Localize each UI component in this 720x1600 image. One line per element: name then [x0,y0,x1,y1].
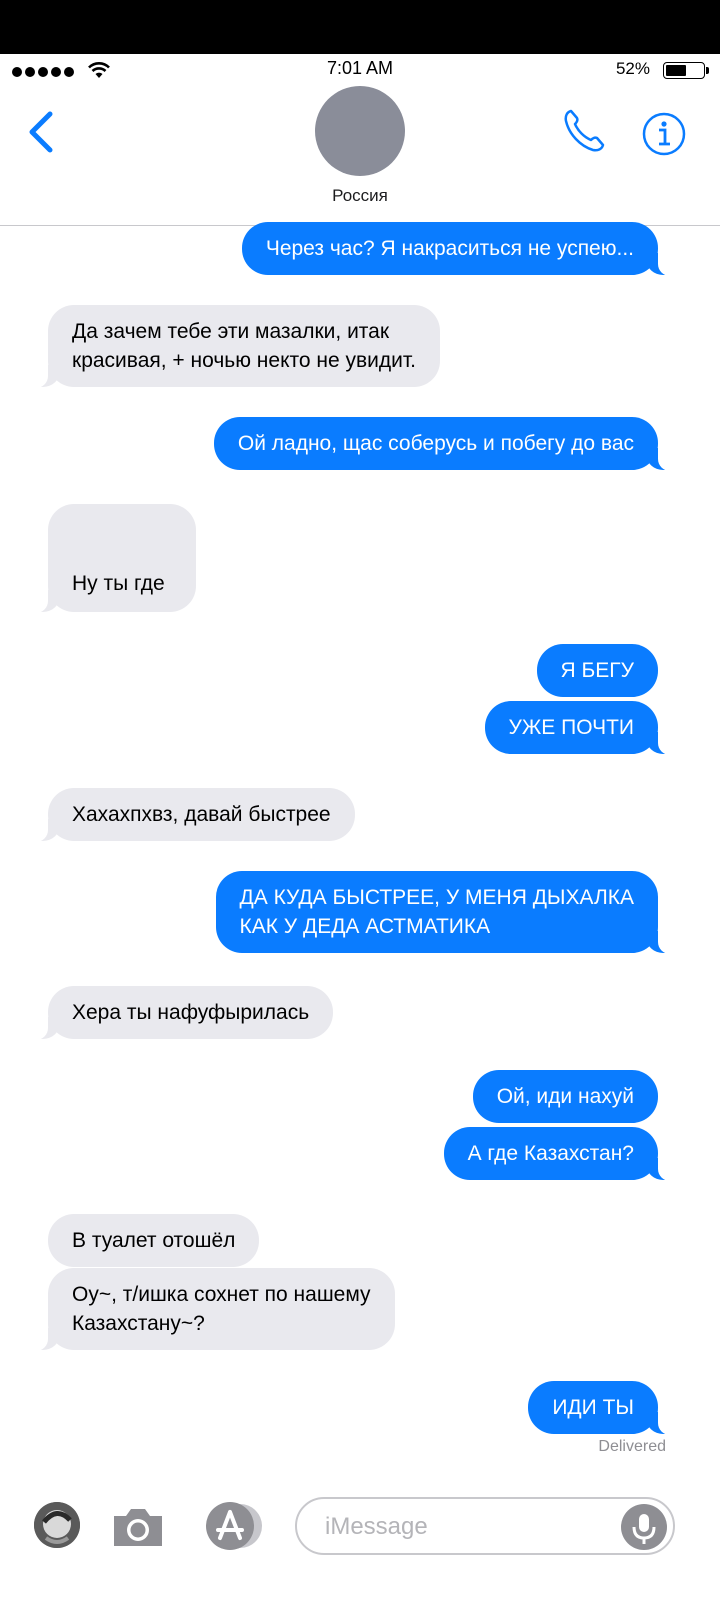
message-text: Я БЕГУ [560,659,635,682]
contact-name[interactable]: Россия [0,186,720,206]
camera-icon[interactable] [110,1504,166,1550]
outgoing-message[interactable]: А где Казахстан? [443,1127,685,1181]
message-text: Оу~, т/ишка сохнет по нашему Казахстану~… [72,1283,371,1335]
status-bar: 7:01 AM 52% [0,54,720,86]
conversation-header: Россия [0,86,720,226]
message-text: Да зачем тебе эти мазалки, итак красивая… [72,320,416,372]
delivered-status: Delivered [598,1438,666,1455]
contact-avatar[interactable] [315,86,405,176]
outgoing-message[interactable]: Я БЕГУ [536,644,658,697]
message-thread[interactable]: Через час? Я накраситься не успею... Да … [0,222,720,1494]
incoming-message[interactable]: В туалет отошёл [48,1214,260,1267]
message-text: Ой, иди нахуй [496,1085,634,1108]
back-chevron-icon[interactable] [24,108,60,156]
outgoing-message[interactable]: ДА КУДА БЫСТРЕЕ, У МЕНЯ ДЫХАЛКА КАК У ДЕ… [215,871,684,954]
app-store-icon[interactable] [202,1502,268,1550]
message-text: УЖЕ ПОЧТИ [508,716,634,739]
incoming-message[interactable]: Хахахпхвз, давай быстрее [22,788,355,842]
message-text: В туалет отошёл [72,1229,236,1252]
microphone-icon[interactable] [621,1504,667,1550]
outgoing-message[interactable]: УЖЕ ПОЧТИ [484,701,685,755]
incoming-message[interactable]: Оу~, т/ишка сохнет по нашему Казахстану~… [22,1268,395,1351]
message-input-field[interactable] [295,1497,675,1555]
incoming-message[interactable]: Да зачем тебе эти мазалки, итак красивая… [22,305,440,388]
battery-icon [663,62,709,79]
message-text: Хахахпхвз, давай быстрее [72,803,331,826]
message-text: А где Казахстан? [467,1142,634,1165]
message-input[interactable] [323,1509,607,1545]
status-time: 7:01 AM [326,58,394,78]
battery-percent: 52% [615,59,650,78]
message-text: Хера ты нафуфырилась [72,1001,310,1024]
message-text: Через час? Я накраситься не успею... [265,237,634,260]
memoji-avatar-icon[interactable] [34,1502,80,1548]
incoming-message[interactable]: Хера ты нафуфырилась [21,986,334,1040]
incoming-message[interactable]: Ну ты где [22,504,196,613]
message-text: ДА КУДА БЫСТРЕЕ, У МЕНЯ ДЫХАЛКА КАК У ДЕ… [239,886,635,938]
message-text: Ну ты где [72,572,165,595]
compose-bar [0,1494,720,1600]
phone-icon[interactable] [562,108,606,154]
message-text: Ой ладно, щас соберусь и побегу до вас [237,432,634,455]
top-black-bar [0,0,720,54]
outgoing-message[interactable]: Ой, иди нахуй [472,1070,658,1123]
message-text: ИДИ ТЫ [552,1396,634,1419]
outgoing-message[interactable]: Ой ладно, щас соберусь и побегу до вас [213,417,685,471]
outgoing-message[interactable]: Через час? Я накраситься не успею... [241,222,685,276]
info-icon[interactable] [642,112,686,156]
outgoing-message[interactable]: ИДИ ТЫ [528,1381,684,1435]
